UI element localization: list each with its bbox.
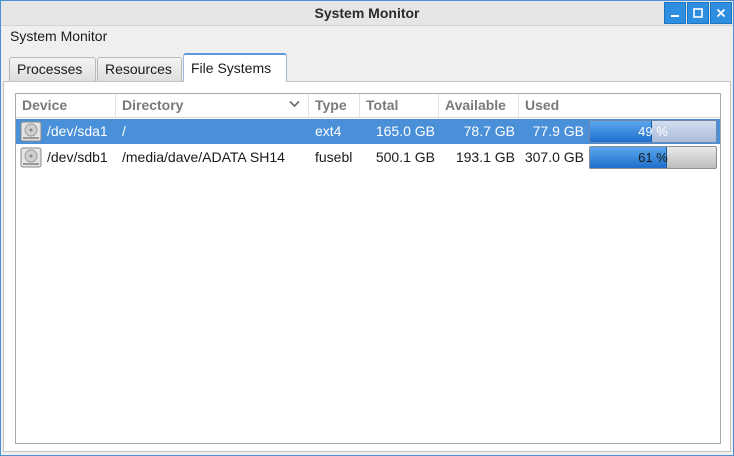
- app-title: System Monitor: [10, 28, 108, 44]
- column-header-available[interactable]: Available: [439, 94, 519, 117]
- device-cell: /dev/sdb1: [47, 149, 108, 165]
- maximize-button[interactable]: [687, 2, 709, 24]
- column-header-label: Available: [445, 97, 506, 113]
- total-cell: 165.0 GB: [375, 123, 435, 139]
- available-cell: 193.1 GB: [455, 149, 515, 165]
- column-header-directory[interactable]: Directory: [116, 94, 309, 117]
- available-cell: 78.7 GB: [463, 123, 515, 139]
- directory-cell: /: [122, 123, 126, 139]
- type-cell: ext4: [315, 123, 342, 139]
- tab-resources[interactable]: Resources: [97, 57, 182, 81]
- window-title: System Monitor: [314, 5, 420, 21]
- table-row[interactable]: /dev/sdb1 /media/dave/ADATA SH14 fusebl …: [16, 145, 720, 170]
- type-cell: fusebl: [315, 149, 353, 165]
- column-header-used[interactable]: Used: [519, 94, 719, 117]
- file-systems-panel: Device Directory Type Total Available Us…: [3, 81, 731, 452]
- column-header-total[interactable]: Total: [360, 94, 439, 117]
- close-icon: [716, 8, 726, 18]
- minimize-button[interactable]: [664, 2, 686, 24]
- column-header-label: Type: [315, 97, 347, 113]
- table-header: Device Directory Type Total Available Us…: [16, 94, 720, 118]
- used-cell: 307.0 GB: [524, 149, 584, 165]
- column-header-label: Directory: [122, 97, 184, 113]
- harddisk-icon: [20, 121, 42, 142]
- chevron-down-icon: [289, 100, 300, 108]
- titlebar[interactable]: System Monitor: [1, 1, 733, 26]
- column-header-type[interactable]: Type: [309, 94, 360, 117]
- filesystems-table[interactable]: Device Directory Type Total Available Us…: [15, 93, 721, 444]
- column-header-label: Used: [525, 97, 560, 113]
- total-cell: 500.1 GB: [375, 149, 435, 165]
- device-cell: /dev/sda1: [47, 123, 108, 139]
- close-button[interactable]: [710, 2, 732, 24]
- tab-file-systems[interactable]: File Systems: [183, 53, 287, 82]
- tab-processes[interactable]: Processes: [9, 57, 96, 81]
- table-row[interactable]: /dev/sda1 / ext4 165.0 GB 78.7 GB 77.9 G…: [16, 119, 720, 144]
- column-header-device[interactable]: Device: [16, 94, 116, 117]
- usage-progress-bar: 49 %: [589, 120, 717, 143]
- directory-cell: /media/dave/ADATA SH14: [122, 149, 285, 165]
- column-header-label: Total: [366, 97, 399, 113]
- harddisk-icon: [20, 147, 42, 168]
- system-monitor-window: System Monitor System Monitor Processes …: [0, 0, 734, 456]
- usage-progress-bar: 61 %: [589, 146, 717, 169]
- column-header-label: Device: [22, 97, 68, 113]
- maximize-icon: [693, 8, 703, 18]
- usage-percent-label: 61 %: [638, 150, 668, 165]
- used-cell: 77.9 GB: [532, 123, 584, 139]
- minimize-icon: [671, 15, 679, 17]
- usage-percent-label: 49 %: [638, 124, 668, 139]
